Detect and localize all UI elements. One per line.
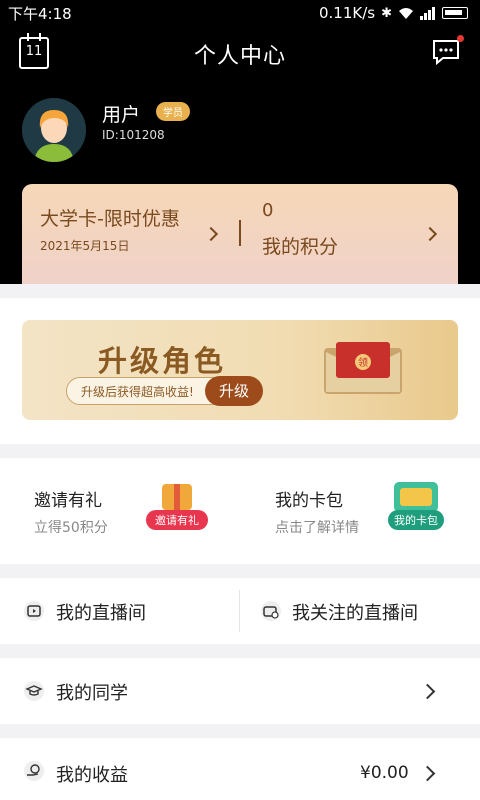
signal-icon	[420, 6, 435, 20]
coin-hand-icon	[24, 761, 44, 781]
avatar[interactable]	[22, 98, 86, 162]
banner-pill: 升级后获得超高收益! 升级	[66, 376, 263, 406]
chevron-right-icon	[422, 226, 438, 242]
classmates-label: 我的同学	[56, 683, 128, 704]
earnings-value: ¥0.00	[360, 763, 409, 783]
live-divider	[239, 590, 240, 632]
cardpack-promo[interactable]: 我的卡包 点击了解详情	[275, 486, 359, 537]
earnings-label: 我的收益	[56, 765, 128, 786]
page-title: 个人中心	[193, 44, 286, 69]
envelope-badge: 领	[358, 356, 368, 369]
chevron-right-icon	[203, 226, 219, 242]
chevron-right-icon	[419, 765, 436, 782]
red-envelope-icon: 领	[324, 342, 402, 394]
camera-icon	[261, 601, 281, 621]
my-live-label: 我的直播间	[56, 603, 146, 624]
upgrade-banner[interactable]: 升级角色 升级后获得超高收益! 升级 领	[22, 320, 458, 420]
vip-divider	[239, 220, 241, 246]
tv-icon	[24, 601, 44, 621]
invite-title: 邀请有礼	[34, 491, 102, 511]
username: 用户	[102, 104, 141, 126]
live-section: 我的直播间 我关注的直播间	[0, 578, 480, 644]
message-icon[interactable]	[431, 35, 464, 66]
graduation-cap-icon	[24, 681, 44, 701]
unread-dot	[457, 35, 464, 42]
wifi-icon	[399, 7, 413, 19]
vip-card: 大学卡-限时优惠 2021年5月15日 0 我的积分	[22, 184, 458, 284]
upgrade-section: 升级角色 升级后获得超高收益! 升级 领	[0, 298, 480, 444]
bluetooth-icon: ✱	[381, 5, 392, 21]
invite-badge-label: 邀请有礼	[155, 513, 199, 527]
profile-header: 下午4:18 0.11K/s ✱ 11 个人中心 用户 学员 ID:101208…	[0, 0, 480, 284]
gift-icon: 邀请有礼	[142, 478, 212, 538]
wallet-icon: 我的卡包	[386, 478, 456, 538]
vip-title: 大学卡-限时优惠	[40, 208, 180, 230]
earnings-row[interactable]: 我的收益 ¥0.00	[0, 738, 480, 800]
points-value: 0	[262, 200, 274, 221]
followed-live-label: 我关注的直播间	[292, 603, 418, 624]
invite-promo[interactable]: 邀请有礼 立得50积分	[34, 486, 108, 537]
status-time: 下午4:18	[8, 4, 72, 23]
title-bar: 11 个人中心	[0, 30, 480, 76]
upgrade-button[interactable]: 升级	[205, 376, 263, 406]
network-speed: 0.11K/s	[318, 4, 376, 22]
cardpack-subtitle: 点击了解详情	[275, 520, 359, 536]
chevron-right-icon	[419, 683, 436, 700]
points-label: 我的积分	[262, 236, 339, 258]
battery-icon	[442, 7, 468, 19]
classmates-row[interactable]: 我的同学	[0, 658, 480, 724]
cardpack-badge-label: 我的卡包	[394, 513, 438, 527]
vip-date: 2021年5月15日	[40, 239, 130, 253]
banner-subtitle: 升级后获得超高收益!	[81, 385, 194, 399]
status-indicators: 0.11K/s ✱	[319, 4, 468, 22]
promo-section: 邀请有礼 立得50积分 邀请有礼 我的卡包 点击了解详情 我的卡包	[0, 458, 480, 564]
invite-subtitle: 立得50积分	[34, 520, 108, 536]
banner-title: 升级角色	[98, 344, 227, 378]
cardpack-title: 我的卡包	[275, 491, 343, 511]
role-badge: 学员	[156, 102, 190, 121]
user-id: ID:101208	[102, 128, 165, 142]
status-bar: 下午4:18 0.11K/s ✱	[0, 0, 480, 26]
